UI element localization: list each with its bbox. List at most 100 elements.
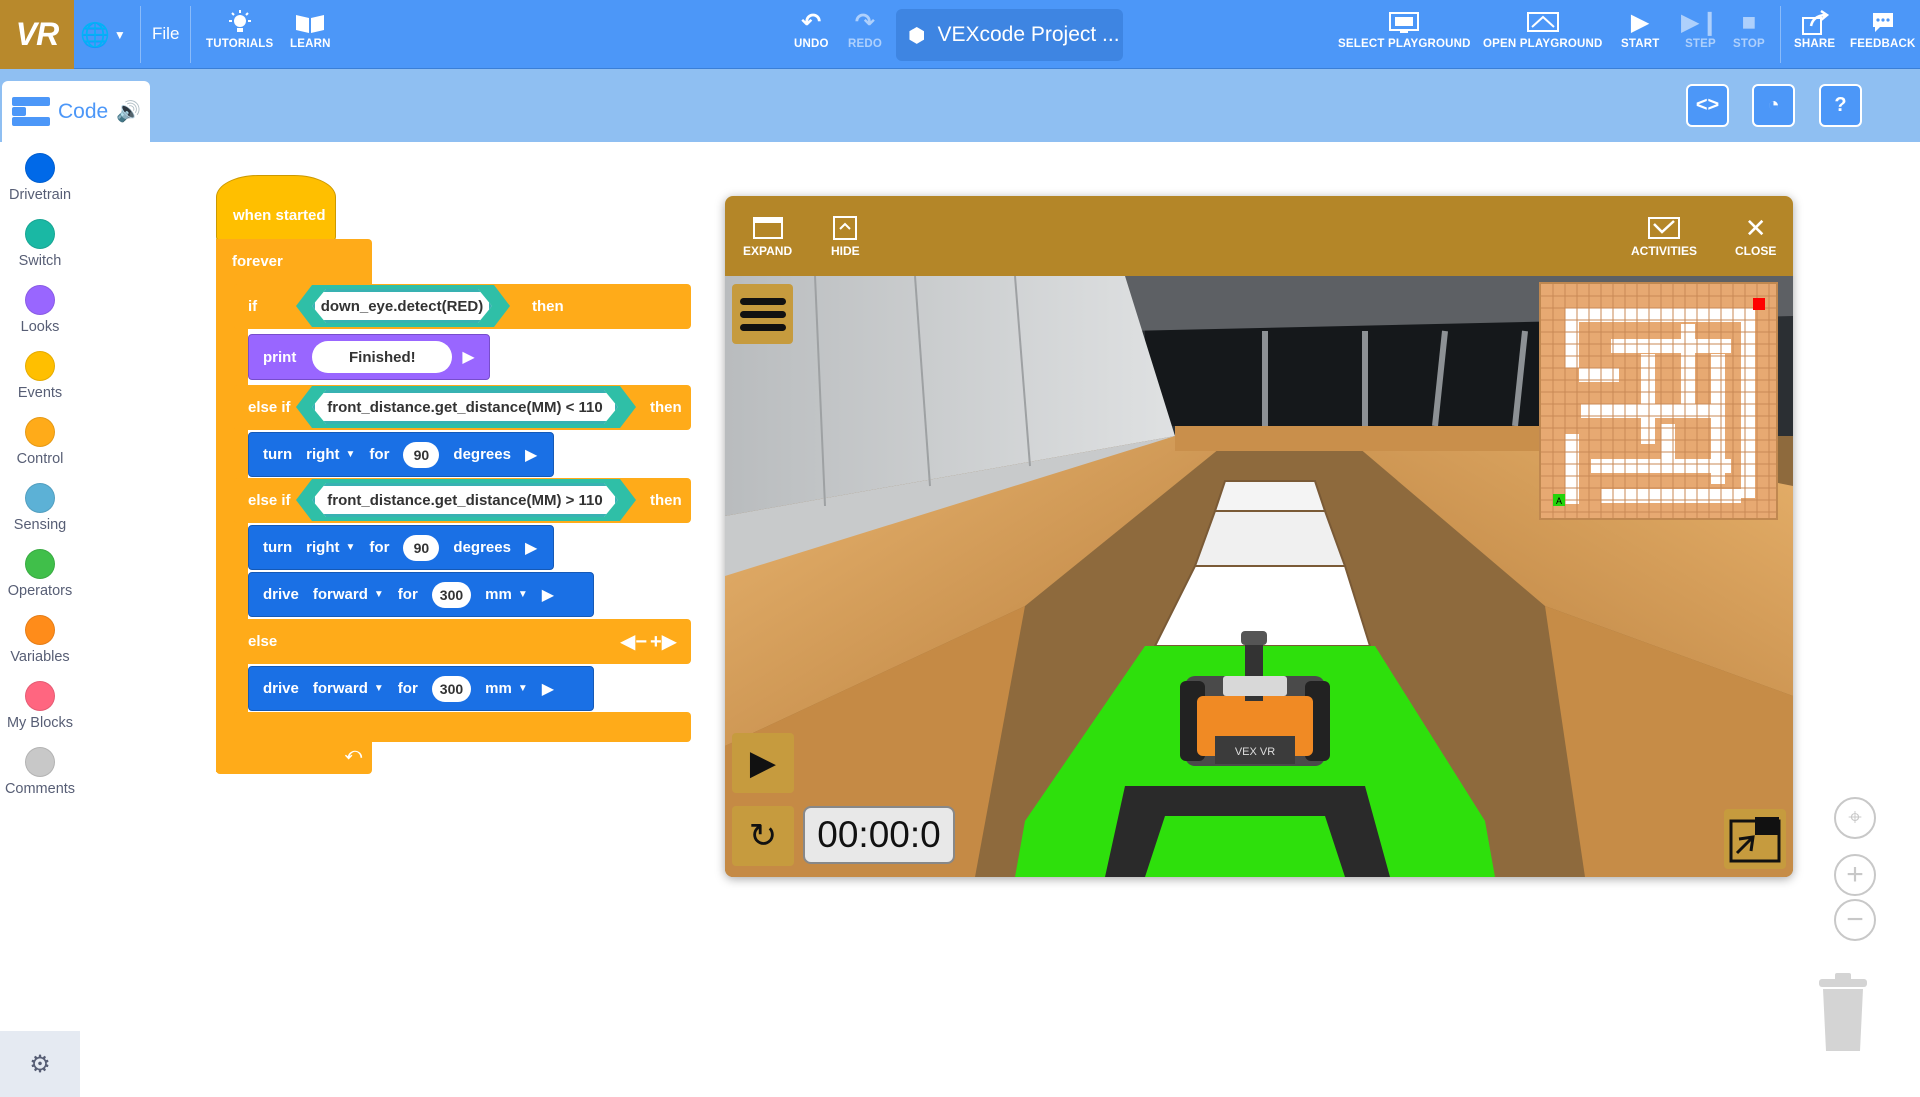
else-if-block[interactable]: else if front_distance.get_distance(MM) … [234, 478, 691, 523]
degrees-input[interactable]: 90 [403, 441, 440, 468]
zoom-out-icon: − [1846, 903, 1864, 936]
feedback-button[interactable]: FEEDBACK [1850, 8, 1916, 50]
drive-direction-dropdown[interactable]: forward ▼ [313, 680, 384, 697]
when-started-block[interactable]: when started [216, 175, 336, 241]
zoom-in-button[interactable]: + [1834, 854, 1876, 896]
distance-input[interactable]: 300 [431, 675, 472, 702]
block-label: for [397, 680, 418, 697]
category-events[interactable]: Events [0, 351, 80, 401]
monitor-icon [1388, 8, 1420, 38]
distance-less-condition[interactable]: front_distance.get_distance(MM) < 110 [312, 390, 618, 424]
category-drivetrain[interactable]: Drivetrain [0, 153, 80, 203]
dropdown-value: mm [485, 586, 512, 603]
stop-button[interactable]: ■ STOP [1733, 8, 1765, 51]
activities-label: ACTIVITIES [1631, 244, 1698, 258]
category-looks[interactable]: Looks [0, 285, 80, 335]
expand-button[interactable]: EXPAND [743, 212, 792, 258]
lightbulb-icon [227, 8, 253, 38]
category-dot [25, 417, 55, 447]
play-button[interactable]: ▶ [732, 733, 794, 793]
undo-button[interactable]: ↶ UNDO [794, 8, 829, 51]
play-nub-icon: ▶ [541, 586, 555, 604]
drive-block[interactable]: drive forward ▼ for 300 mm ▼ ▶ [248, 572, 594, 617]
category-control[interactable]: Control [0, 417, 80, 467]
else-if-block[interactable]: else if front_distance.get_distance(MM) … [234, 385, 691, 430]
block-label: turn [263, 446, 293, 463]
hamburger-menu-button[interactable] [732, 284, 793, 344]
select-playground-button[interactable]: SELECT PLAYGROUND [1338, 8, 1471, 50]
learn-button[interactable]: LEARN [290, 8, 331, 50]
block-label: when started [233, 207, 326, 224]
reset-button[interactable]: ↻ [732, 806, 794, 866]
vr-logo[interactable]: VR [0, 0, 74, 69]
category-variables[interactable]: Variables [0, 615, 80, 665]
open-playground-button[interactable]: OPEN PLAYGROUND [1483, 8, 1603, 50]
units-dropdown[interactable]: mm ▼ [485, 680, 528, 697]
forever-block-arm[interactable] [216, 239, 234, 772]
robot-label: VEX VR [1235, 746, 1275, 758]
units-dropdown[interactable]: mm ▼ [485, 586, 528, 603]
tutorials-button[interactable]: TUTORIALS [206, 8, 273, 50]
detect-red-condition[interactable]: down_eye.detect(RED) [312, 289, 492, 323]
file-menu[interactable]: File [152, 24, 179, 44]
tab-code[interactable]: Code 🔊 [2, 81, 150, 142]
hide-button[interactable]: HIDE [831, 212, 860, 258]
add-branch-icon[interactable]: +▶ [650, 629, 677, 654]
turn-block[interactable]: turn right ▼ for 90 degrees ▶ [248, 432, 554, 477]
minimap-start-label: A [1556, 496, 1562, 506]
category-sensing[interactable]: Sensing [0, 483, 80, 533]
category-label: Sensing [13, 517, 67, 533]
drive-direction-dropdown[interactable]: forward ▼ [313, 586, 384, 603]
print-text-input[interactable]: Finished! [312, 341, 453, 373]
else-block[interactable]: else ◀− +▶ [234, 619, 691, 664]
zoom-out-button[interactable]: − [1834, 899, 1876, 941]
if-block[interactable]: if down_eye.detect(RED) then [234, 284, 691, 329]
dropdown-value: mm [485, 680, 512, 697]
direction-dropdown[interactable]: right ▼ [306, 539, 355, 556]
expand-icon [752, 212, 783, 244]
remove-branch-icon[interactable]: ◀− [620, 629, 647, 654]
help-button[interactable]: ? [1819, 84, 1862, 127]
category-switch[interactable]: Switch [0, 219, 80, 269]
block-label: turn [263, 539, 293, 556]
step-button[interactable]: ▶❙ STEP [1681, 8, 1720, 51]
speaker-icon[interactable]: 🔊 [116, 99, 141, 124]
drive-block[interactable]: drive forward ▼ for 300 mm ▼ ▶ [248, 666, 594, 711]
recenter-button[interactable]: ⌖ [1834, 797, 1876, 839]
turn-block[interactable]: turn right ▼ for 90 degrees ▶ [248, 525, 554, 570]
share-button[interactable]: SHARE [1794, 8, 1835, 50]
degrees-input[interactable]: 90 [403, 534, 440, 561]
timer-display: 00:00:0 [803, 806, 955, 864]
extensions-button[interactable]: ⚙ [0, 1031, 80, 1097]
forever-block-end[interactable]: ⤺ [216, 740, 372, 774]
activities-button[interactable]: ACTIVITIES [1631, 212, 1697, 258]
print-block[interactable]: print Finished! ▶ [248, 334, 490, 380]
forever-block[interactable]: forever [216, 239, 372, 285]
chevron-down-icon: ▼ [373, 589, 384, 600]
dashboard-button[interactable]: ◔ [1752, 84, 1795, 127]
category-label: Control [16, 451, 64, 467]
start-button[interactable]: ▶ START [1621, 8, 1659, 51]
category-my-blocks[interactable]: My Blocks [0, 681, 80, 731]
code-viewer-button[interactable]: <> [1686, 84, 1729, 127]
camera-view-button[interactable] [1724, 809, 1786, 869]
chat-bubble-icon [1870, 8, 1896, 38]
block-label: then [532, 298, 564, 315]
project-name-field[interactable]: ⬢ VEXcode Project ... [896, 9, 1123, 61]
close-button[interactable]: ✕ CLOSE [1735, 212, 1777, 259]
distance-input[interactable]: 300 [431, 581, 472, 608]
close-label: CLOSE [1735, 244, 1777, 258]
category-operators[interactable]: Operators [0, 549, 80, 599]
step-icon: ▶❙ [1681, 9, 1720, 36]
distance-greater-condition[interactable]: front_distance.get_distance(MM) > 110 [312, 483, 618, 517]
language-menu[interactable]: 🌐 ▼ [80, 18, 130, 52]
category-comments[interactable]: Comments [0, 747, 80, 797]
if-block-end[interactable] [234, 712, 691, 742]
play-nub-icon: ▶ [524, 446, 538, 464]
trash-icon[interactable] [1815, 973, 1871, 1053]
divider [190, 6, 191, 63]
chevron-down-icon: ▼ [113, 28, 126, 42]
redo-button[interactable]: ↷ REDO [848, 8, 882, 51]
crosshair-icon: ⌖ [1848, 804, 1862, 831]
direction-dropdown[interactable]: right ▼ [306, 446, 355, 463]
